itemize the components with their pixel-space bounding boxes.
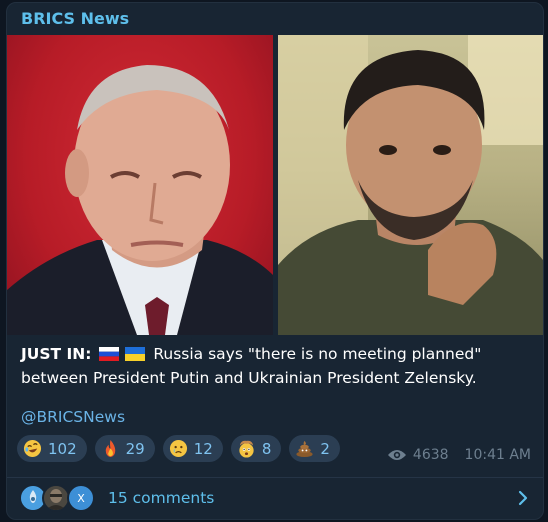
- photo-collage[interactable]: [7, 35, 543, 335]
- channel-name[interactable]: BRICS News: [21, 9, 129, 28]
- poo-emoji-icon: [296, 440, 313, 458]
- reaction-count: 29: [125, 439, 145, 458]
- crying-face-emoji-icon: [169, 439, 187, 458]
- reaction-count: 12: [193, 439, 213, 458]
- avatar: X: [67, 484, 95, 512]
- photo-right[interactable]: [278, 35, 543, 335]
- divider: [7, 477, 543, 478]
- ukraine-flag-icon: [125, 345, 146, 367]
- portrait-right-illustration: [278, 35, 543, 335]
- chevron-right-icon: [518, 490, 528, 506]
- photo-left[interactable]: [7, 35, 273, 335]
- channel-handle-link[interactable]: @BRICSNews: [21, 408, 125, 426]
- reaction-rofl[interactable]: 102: [17, 435, 87, 462]
- avatar: [42, 484, 70, 512]
- view-count: 4638: [412, 447, 449, 463]
- avatar-letter: X: [77, 491, 85, 505]
- reaction-fire[interactable]: 29: [94, 435, 155, 462]
- commenter-avatars: X: [19, 484, 109, 514]
- message-text: JUST IN: Russia says "there is no meetin…: [21, 343, 531, 389]
- portrait-left-illustration: [7, 65, 273, 335]
- message-body: Russia says "there is no meeting planned…: [21, 345, 482, 387]
- message-prefix: JUST IN:: [21, 345, 92, 363]
- message-card: BRICS News JUST IN: Russia says "there i…: [6, 2, 544, 520]
- reaction-poo[interactable]: 2: [289, 435, 340, 462]
- comments-button[interactable]: X 15 comments: [7, 479, 543, 519]
- reaction-count: 8: [261, 439, 272, 458]
- russia-flag-icon: [99, 345, 120, 367]
- reaction-crying-face[interactable]: 12: [162, 435, 223, 462]
- eye-icon: [387, 450, 406, 460]
- message-meta: 4638 10:41 AM: [387, 447, 531, 463]
- fire-emoji-icon: [105, 439, 115, 458]
- comments-label: 15 comments: [108, 489, 215, 507]
- exploding-head-emoji-icon: [239, 440, 254, 458]
- reaction-exploding-head[interactable]: 8: [230, 435, 282, 462]
- reaction-count: 2: [320, 439, 330, 458]
- rofl-emoji-icon: [23, 439, 42, 458]
- reactions-bar: 102 29 12 8 2: [17, 435, 340, 462]
- message-time: 10:41 AM: [464, 447, 531, 463]
- reaction-count: 102: [48, 439, 77, 458]
